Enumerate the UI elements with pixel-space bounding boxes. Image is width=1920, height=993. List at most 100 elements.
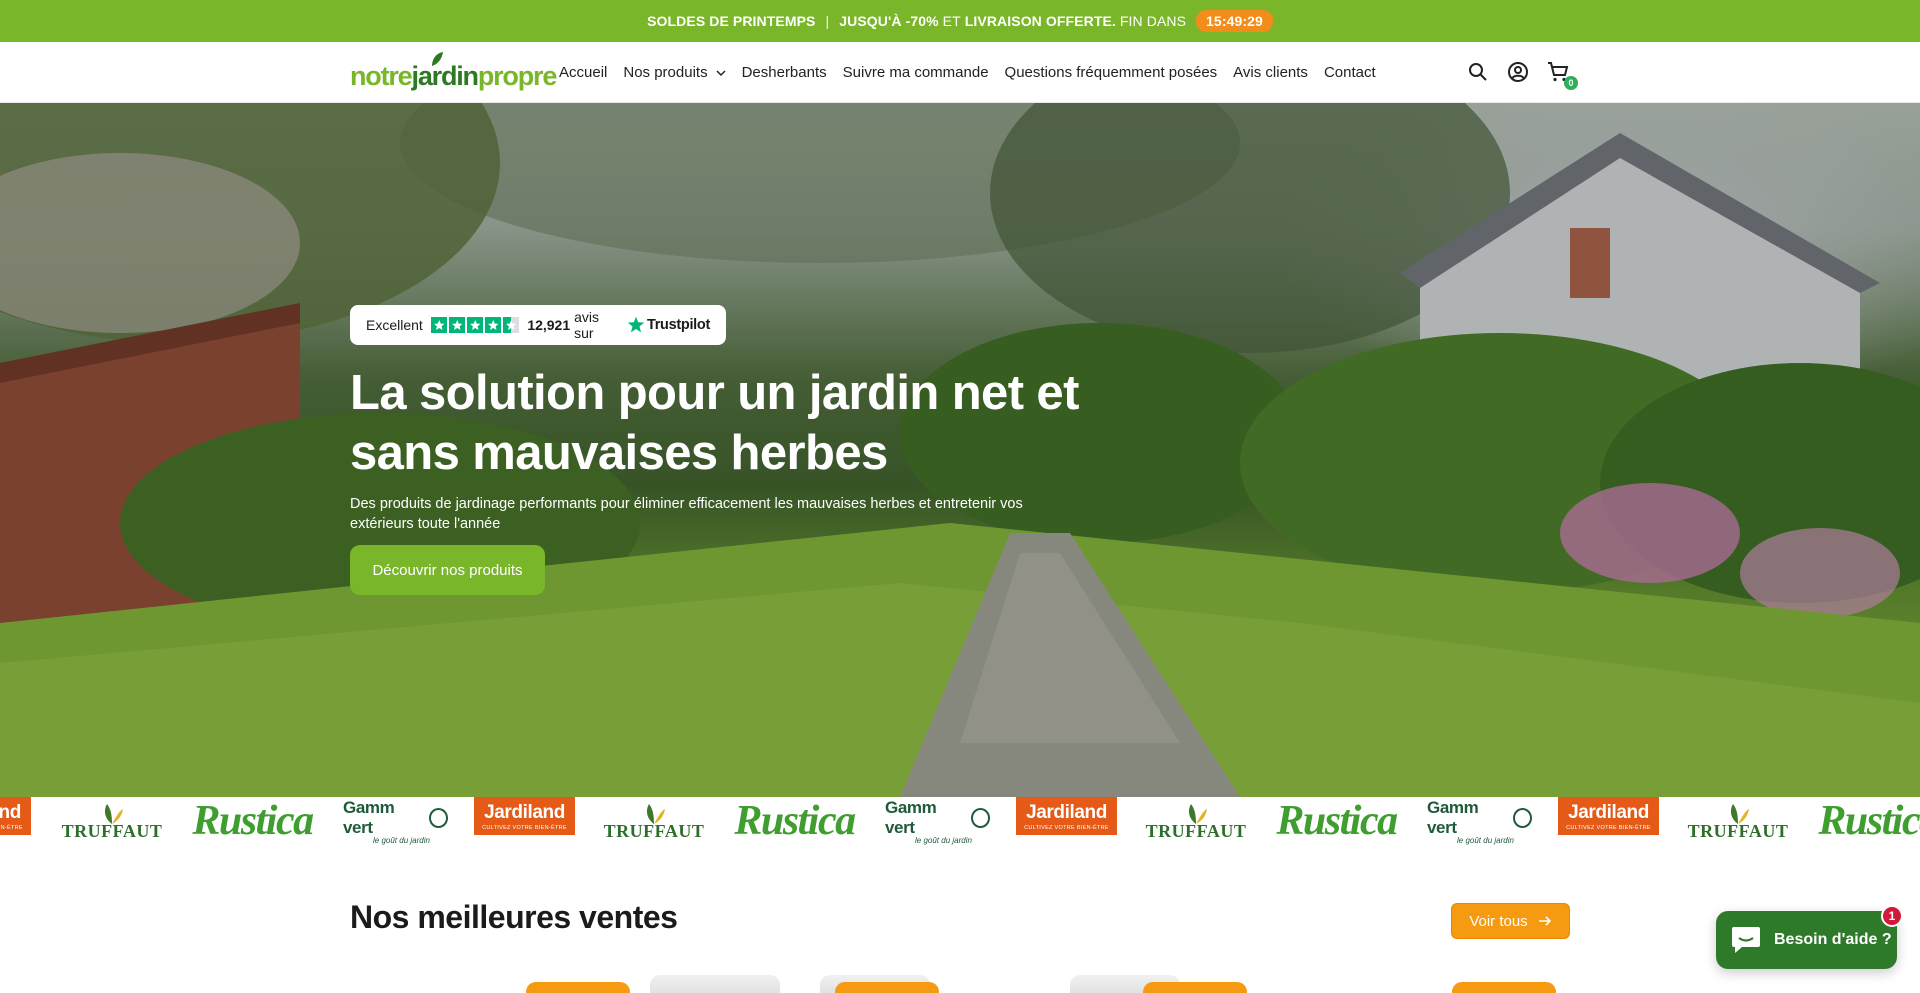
logo-part-3: propre [477, 61, 558, 91]
discover-products-button[interactable]: Découvrir nos produits [350, 545, 545, 595]
truffaut-logo: TRUFFAUT [1688, 797, 1788, 845]
truffaut-logo: TRUFFAUT [62, 797, 162, 845]
sale-label: SOLDES DE PRINTEMPS [647, 13, 816, 29]
nav-item-avis-clients[interactable]: Avis clients [1233, 64, 1308, 81]
jardiland-tagline: CULTIVEZ VOTRE BIEN-ÊTRE [482, 824, 567, 831]
jardiland-name: Jardiland [0, 801, 21, 823]
nav-item-label: Avis clients [1233, 64, 1308, 81]
star-half-icon [502, 316, 520, 334]
nav-item-contact[interactable]: Contact [1324, 64, 1376, 81]
trustpilot-badge[interactable]: Excellent 12,921 avis sur Trustpilot [350, 305, 726, 345]
search-icon[interactable] [1466, 60, 1490, 84]
product-badge [835, 982, 939, 993]
truffaut-name: TRUFFAUT [1687, 820, 1789, 841]
jardiland-logo: JardilandCULTIVEZ VOTRE BIEN-ÊTRE [0, 797, 31, 835]
gamm-vert-seal-icon [428, 807, 448, 828]
gamm-vert-name-row: Gamm vert [1427, 798, 1532, 838]
offer-and: ET [942, 13, 961, 29]
gamm-vert-tagline: le goût du jardin [915, 835, 972, 845]
rustica-logo: Rustica [190, 797, 315, 845]
chat-notification-badge: 1 [1881, 905, 1903, 927]
site-logo[interactable]: notre jardin propre [350, 52, 558, 92]
jardiland-logo: JardilandCULTIVEZ VOTRE BIEN-ÊTRE [1558, 797, 1659, 835]
countdown-timer: 15:49:29 [1196, 10, 1273, 32]
gamm-vert-name-row: Gamm vert [885, 798, 990, 838]
trustpilot-review-count: 12,921 [527, 317, 571, 333]
truffaut-name: TRUFFAUT [603, 820, 705, 841]
logo-part-2: jardin [411, 52, 480, 92]
product-image[interactable] [650, 975, 780, 993]
ends-in-label: FIN DANS [1119, 13, 1187, 29]
nav-item-suivre-commande[interactable]: Suivre ma commande [843, 64, 989, 81]
jardiland-name: Jardiland [484, 801, 565, 823]
gamm-vert-name: Gamm vert [343, 797, 395, 837]
chat-label: Besoin d'aide ? [1774, 931, 1892, 948]
gamm-vert-logo: Gamm vert le goût du jardin [885, 797, 990, 845]
brand-logos-marquee: JardilandCULTIVEZ VOTRE BIEN-ÊTRETRUFFAU… [0, 797, 1920, 845]
nav-item-label: Desherbants [741, 64, 827, 81]
account-icon[interactable] [1506, 60, 1530, 84]
cart-count-badge: 0 [1564, 76, 1578, 90]
main-nav: Accueil Nos produits Desherbants Suivre … [559, 42, 1392, 103]
gamm-vert-name: Gamm vert [1427, 797, 1479, 837]
product-badge [1452, 982, 1556, 993]
jardiland-name: Jardiland [1568, 801, 1649, 823]
separator: | [825, 13, 830, 29]
view-all-button[interactable]: Voir tous [1451, 903, 1570, 939]
trustpilot-reviews-on: avis sur [574, 309, 600, 341]
nav-item-accueil[interactable]: Accueil [559, 64, 607, 81]
nav-item-label: Suivre ma commande [842, 64, 989, 81]
logo-part-2-text: jardin [411, 61, 480, 91]
jardiland-logo: JardilandCULTIVEZ VOTRE BIEN-ÊTRE [1016, 797, 1117, 835]
trustpilot-logo: Trustpilot [627, 316, 710, 334]
jardiland-name: Jardiland [1026, 801, 1107, 823]
hero-title: La solution pour un jardin net et sans m… [350, 366, 1079, 480]
site-header: notre jardin propre Accueil Nos produits… [0, 42, 1920, 103]
nav-item-nos-produits[interactable]: Nos produits [623, 64, 726, 81]
logo-leaf-icon [431, 52, 443, 66]
view-all-label: Voir tous [1469, 912, 1528, 930]
gamm-vert-tagline: le goût du jardin [373, 835, 430, 845]
star-icon [484, 316, 502, 334]
jardiland-tagline: CULTIVEZ VOTRE BIEN-ÊTRE [1024, 824, 1109, 831]
hero-subtitle: Des produits de jardinage performants po… [350, 496, 1023, 532]
nav-item-label: Nos produits [623, 64, 708, 81]
gamm-vert-name-row: Gamm vert [343, 798, 448, 838]
chevron-down-icon [716, 69, 726, 76]
rustica-logo: Rustica [1274, 797, 1399, 845]
nav-item-label: Accueil [559, 64, 608, 81]
product-badge [1143, 982, 1247, 993]
nav-item-desherbants[interactable]: Desherbants [742, 64, 827, 81]
rustica-name: Rustica [192, 798, 314, 844]
gamm-vert-tagline: le goût du jardin [1457, 835, 1514, 845]
rustica-logo: Rustica [732, 797, 857, 845]
chat-widget-button[interactable]: Besoin d'aide ? 1 [1716, 905, 1903, 969]
jardiland-tagline: CULTIVEZ VOTRE BIEN-ÊTRE [0, 824, 23, 831]
truffaut-logo: TRUFFAUT [604, 797, 704, 845]
gamm-vert-logo: Gamm vert le goût du jardin [1427, 797, 1532, 845]
hero-section: Excellent 12,921 avis sur Trustpilot La … [0, 103, 1920, 797]
announcement-bar: SOLDES DE PRINTEMPS | JUSQU'À -70% ET LI… [0, 0, 1920, 42]
gamm-vert-seal-icon [970, 807, 990, 828]
trustpilot-stars [430, 316, 520, 334]
star-icon [448, 316, 466, 334]
gamm-vert-seal-icon [1512, 807, 1532, 828]
chat-bubble-icon [1732, 927, 1760, 953]
trustpilot-rating-word: Excellent [366, 317, 423, 333]
best-sellers-title: Nos meilleures ventes [350, 899, 678, 935]
rustica-logo: Rustica [1816, 797, 1920, 845]
nav-item-label: Contact [1323, 64, 1376, 81]
offer-shipping: LIVRAISON OFFERTE. [964, 13, 1116, 29]
nav-item-faq[interactable]: Questions fréquemment posées [1005, 64, 1218, 81]
star-icon [466, 316, 484, 334]
product-badge [526, 982, 630, 993]
offer-discount: JUSQU'À -70% [839, 13, 939, 29]
jardiland-logo: JardilandCULTIVEZ VOTRE BIEN-ÊTRE [474, 797, 575, 835]
cart-icon[interactable]: 0 [1546, 60, 1578, 90]
rustica-name: Rustica [734, 798, 856, 844]
jardiland-tagline: CULTIVEZ VOTRE BIEN-ÊTRE [1566, 824, 1651, 831]
truffaut-name: TRUFFAUT [1145, 820, 1247, 841]
trustpilot-star-icon [627, 316, 645, 333]
star-icon [430, 316, 448, 334]
arrow-right-icon [1538, 916, 1551, 926]
